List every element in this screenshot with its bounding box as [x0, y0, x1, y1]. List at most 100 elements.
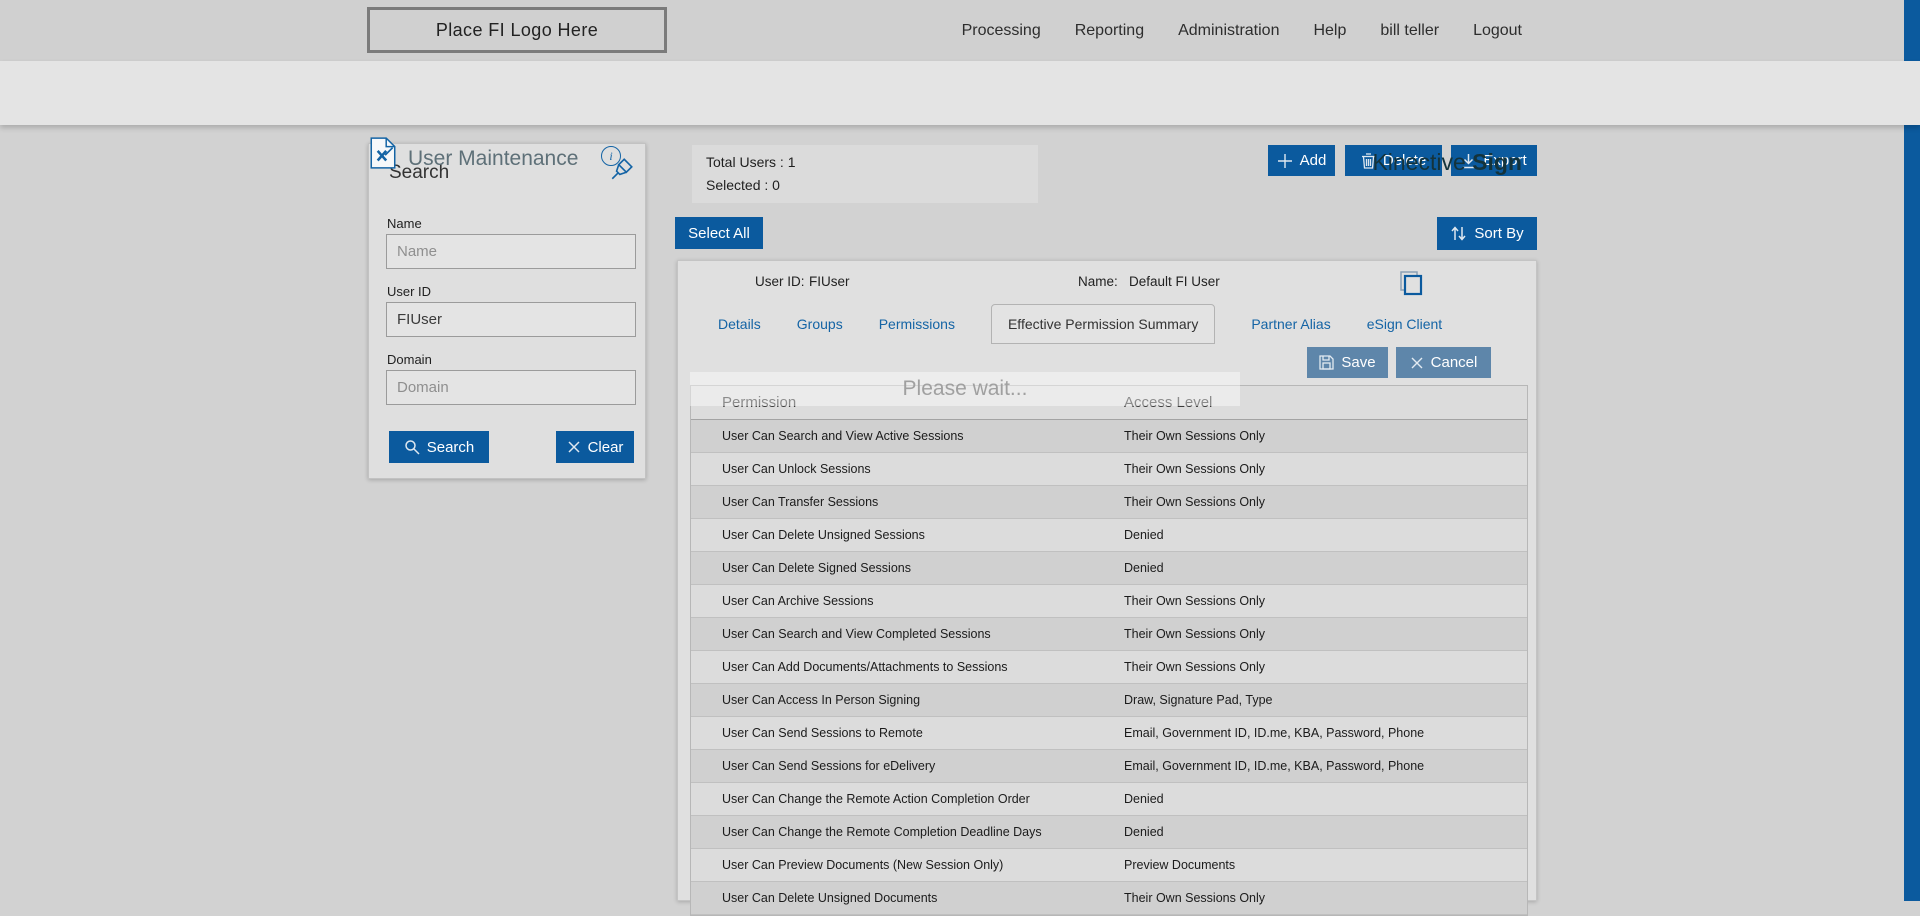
- permission-cell: User Can Add Documents/Attachments to Se…: [722, 660, 1008, 674]
- save-cancel-group: Save Cancel: [1307, 347, 1491, 378]
- access-level-cell: Their Own Sessions Only: [1124, 462, 1266, 476]
- table-row[interactable]: User Can Change the Remote Action Comple…: [691, 783, 1527, 816]
- nav-item-processing[interactable]: Processing: [962, 22, 1041, 40]
- tab-esign-client[interactable]: eSign Client: [1367, 316, 1443, 332]
- permissions-table: Permission Access Level User Can Search …: [690, 385, 1528, 916]
- access-level-cell: Their Own Sessions Only: [1124, 429, 1266, 443]
- nav-item-reporting[interactable]: Reporting: [1075, 22, 1144, 40]
- permission-cell: User Can Search and View Completed Sessi…: [722, 627, 991, 641]
- nav-item-help[interactable]: Help: [1313, 22, 1346, 40]
- cancel-x-icon: [1411, 357, 1423, 368]
- clear-button[interactable]: Clear: [556, 431, 634, 463]
- permission-cell: User Can Delete Signed Sessions: [722, 561, 911, 575]
- clear-x-icon: [568, 441, 580, 453]
- top-bar: Place FI Logo Here Processing Reporting Ad…: [0, 0, 1920, 62]
- sort-by-button[interactable]: Sort By: [1437, 217, 1537, 250]
- select-all-button[interactable]: Select All: [675, 217, 763, 249]
- access-level-cell: Email, Government ID, ID.me, KBA, Passwo…: [1124, 726, 1425, 740]
- table-row[interactable]: User Can Change the Remote Completion De…: [691, 816, 1527, 849]
- name-input[interactable]: [386, 234, 636, 269]
- selected-text: Selected : 0: [706, 177, 780, 193]
- total-users-text: Total Users : 1: [706, 154, 796, 170]
- card-user-id-value: FIUser: [809, 274, 850, 289]
- access-level-cell: Preview Documents: [1124, 858, 1236, 872]
- access-level-cell: Draw, Signature Pad, Type: [1124, 693, 1273, 707]
- permission-cell: User Can Search and View Active Sessions: [722, 429, 964, 443]
- tab-permissions[interactable]: Permissions: [879, 316, 955, 332]
- table-row[interactable]: User Can Send Sessions to Remote Email, G…: [691, 717, 1527, 750]
- tab-groups[interactable]: Groups: [797, 316, 843, 332]
- access-level-cell: Denied: [1124, 792, 1164, 806]
- permission-cell: User Can Send Sessions to Remote: [722, 726, 923, 740]
- table-row[interactable]: User Can Delete Unsigned Sessions Denied: [691, 519, 1527, 552]
- permission-cell: User Can Change the Remote Completion De…: [722, 825, 1042, 839]
- nav-item-administration[interactable]: Administration: [1178, 22, 1279, 40]
- brand-bold: Sign: [1472, 149, 1522, 175]
- table-row[interactable]: User Can Unlock Sessions Their Own Sessio…: [691, 453, 1527, 486]
- access-level-cell: Their Own Sessions Only: [1124, 660, 1266, 674]
- search-button-label: Search: [426, 438, 475, 456]
- table-row[interactable]: User Can Search and View Active Sessions…: [691, 420, 1527, 453]
- access-level-cell: Their Own Sessions Only: [1124, 627, 1266, 641]
- brand-logo: Kinective Sign: [1372, 149, 1522, 176]
- permission-cell: User Can Delete Unsigned Sessions: [722, 528, 925, 542]
- save-button[interactable]: Save: [1307, 347, 1388, 378]
- nav-item-logout[interactable]: Logout: [1473, 22, 1522, 40]
- tab-bar: Details Groups Permissions Effective Permis…: [718, 303, 1442, 345]
- domain-label: Domain: [387, 352, 432, 367]
- table-row[interactable]: User Can Archive Sessions Their Own Sessi…: [691, 585, 1527, 618]
- user-id-label: User ID: [387, 284, 432, 299]
- card-name-value: Default FI User: [1129, 274, 1220, 289]
- clear-button-label: Clear: [587, 438, 624, 456]
- vertical-scrollbar[interactable]: [1904, 0, 1920, 901]
- copy-icon[interactable]: [1398, 269, 1424, 297]
- table-row[interactable]: User Can Preview Documents (New Session …: [691, 849, 1527, 882]
- please-wait-overlay: Please wait...: [690, 372, 1240, 406]
- domain-input[interactable]: [386, 370, 636, 405]
- table-row[interactable]: User Can Access In Person Signing Draw, S…: [691, 684, 1527, 717]
- brand-regular: Kinective: [1372, 149, 1466, 175]
- header-band: User Maintenance i Kinective Sign: [0, 61, 1920, 175]
- permission-cell: User Can Archive Sessions: [722, 594, 874, 608]
- tab-details[interactable]: Details: [718, 316, 761, 332]
- sort-by-label: Sort By: [1474, 225, 1524, 242]
- save-floppy-icon: [1319, 355, 1335, 370]
- access-level-cell: Denied: [1124, 561, 1164, 575]
- cancel-button-label: Cancel: [1430, 354, 1478, 371]
- permission-cell: User Can Preview Documents (New Session …: [722, 858, 1004, 872]
- table-row[interactable]: User Can Add Documents/Attachments to Se…: [691, 651, 1527, 684]
- access-level-cell: Email, Government ID, ID.me, KBA, Passwo…: [1124, 759, 1425, 773]
- signed-document-icon: [370, 137, 396, 169]
- permission-cell: User Can Transfer Sessions: [722, 495, 879, 509]
- table-row[interactable]: User Can Transfer Sessions Their Own Sess…: [691, 486, 1527, 519]
- info-icon[interactable]: i: [601, 146, 621, 166]
- name-label: Name: [387, 216, 422, 231]
- table-row[interactable]: User Can Delete Signed Sessions Denied: [691, 552, 1527, 585]
- page-title: User Maintenance: [408, 147, 579, 170]
- user-id-input[interactable]: [386, 302, 636, 337]
- nav-item-bill-teller[interactable]: bill teller: [1380, 22, 1439, 40]
- permission-cell: User Can Access In Person Signing: [722, 693, 921, 707]
- search-panel: Search Name User ID Domain Search Clear: [368, 143, 646, 479]
- add-button-label: Add: [1299, 152, 1327, 169]
- access-level-cell: Denied: [1124, 528, 1164, 542]
- access-level-cell: Their Own Sessions Only: [1124, 594, 1266, 608]
- search-button[interactable]: Search: [389, 431, 489, 463]
- tab-effective-permission-summary[interactable]: Effective Permission Summary: [990, 304, 1216, 344]
- permission-cell: User Can Send Sessions for eDelivery: [722, 759, 936, 773]
- sort-arrows-icon: [1451, 226, 1466, 241]
- top-nav-items: Processing Reporting Administration Help bil…: [962, 0, 1522, 61]
- table-body: User Can Search and View Active Sessions…: [691, 420, 1527, 915]
- select-all-label: Select All: [688, 224, 750, 242]
- tab-partner-alias[interactable]: Partner Alias: [1251, 316, 1330, 332]
- permission-cell: User Can Delete Unsigned Documents: [722, 891, 938, 905]
- permission-cell: User Can Change the Remote Action Comple…: [722, 792, 1030, 806]
- cancel-button[interactable]: Cancel: [1396, 347, 1491, 378]
- add-button[interactable]: Add: [1268, 145, 1335, 176]
- table-row[interactable]: User Can Search and View Completed Sessi…: [691, 618, 1527, 651]
- access-level-cell: Their Own Sessions Only: [1124, 891, 1266, 905]
- table-row[interactable]: User Can Delete Unsigned Documents Their …: [691, 882, 1527, 915]
- table-row[interactable]: User Can Send Sessions for eDelivery Emai…: [691, 750, 1527, 783]
- plus-icon: [1277, 153, 1292, 168]
- search-icon: [404, 440, 420, 455]
